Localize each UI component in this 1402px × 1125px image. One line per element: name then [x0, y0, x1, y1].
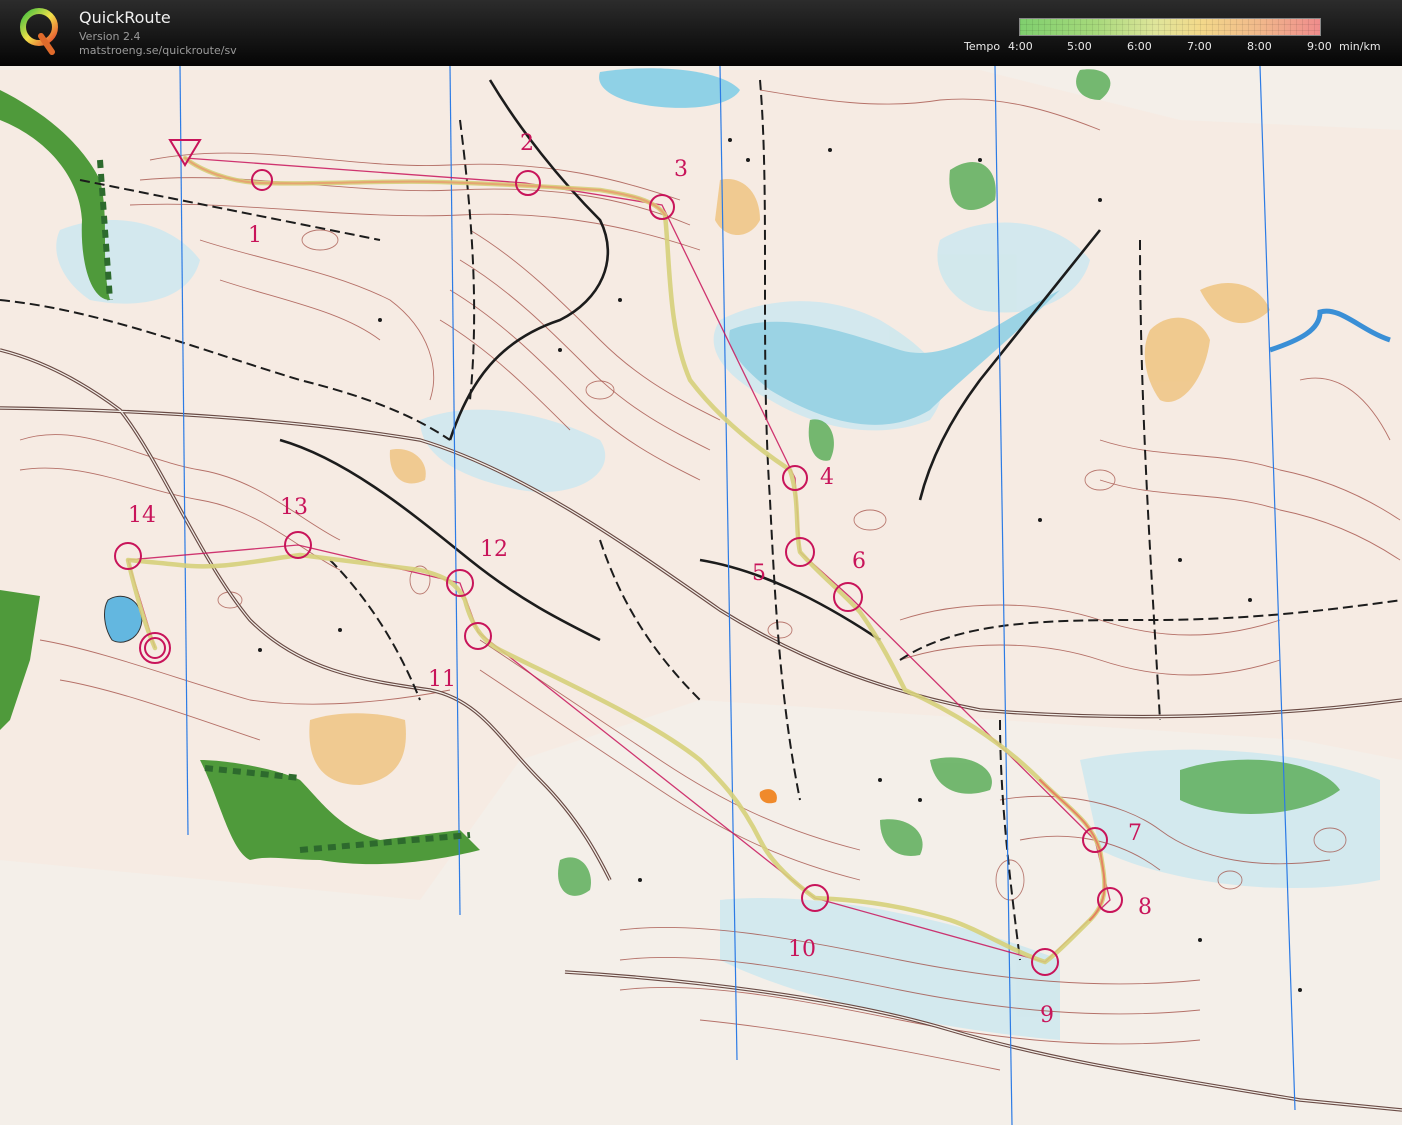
control-number: 7: [1128, 821, 1142, 846]
control-number: 6: [852, 549, 866, 574]
app-header: QuickRoute Version 2.4 matstroeng.se/qui…: [0, 0, 1402, 66]
tempo-tick: 9:00: [1307, 40, 1332, 53]
app-title: QuickRoute: [79, 8, 171, 27]
quickroute-logo: [20, 8, 58, 55]
control-number: 3: [674, 157, 688, 182]
tempo-tick: 5:00: [1067, 40, 1092, 53]
control-number: 9: [1040, 1003, 1054, 1028]
control-number: 4: [820, 465, 834, 490]
control-number: 1: [248, 223, 262, 248]
orienteering-map[interactable]: 1 2 3 4 5 6 7 8 9 10 11 12 13 14: [0, 66, 1402, 1125]
tempo-tick: 4:00: [1008, 40, 1033, 53]
control-number: 8: [1138, 895, 1152, 920]
map-canvas[interactable]: 1 2 3 4 5 6 7 8 9 10 11 12 13 14: [0, 66, 1402, 1125]
tempo-unit: min/km: [1339, 40, 1381, 53]
control-number: 14: [128, 503, 156, 528]
control-number: 5: [752, 561, 766, 586]
tempo-tick: 8:00: [1247, 40, 1272, 53]
control-number: 12: [480, 537, 508, 562]
tempo-tick: 6:00: [1127, 40, 1152, 53]
tempo-label: Tempo: [964, 40, 1001, 53]
control-number: 10: [788, 937, 816, 962]
control-number: 2: [520, 131, 534, 156]
app-url[interactable]: matstroeng.se/quickroute/sv: [79, 44, 237, 57]
tempo-color-scale: [1019, 18, 1321, 36]
control-number: 13: [280, 495, 308, 520]
app-version: Version 2.4: [79, 30, 141, 43]
tempo-tick: 7:00: [1187, 40, 1212, 53]
control-number: 11: [428, 667, 456, 692]
